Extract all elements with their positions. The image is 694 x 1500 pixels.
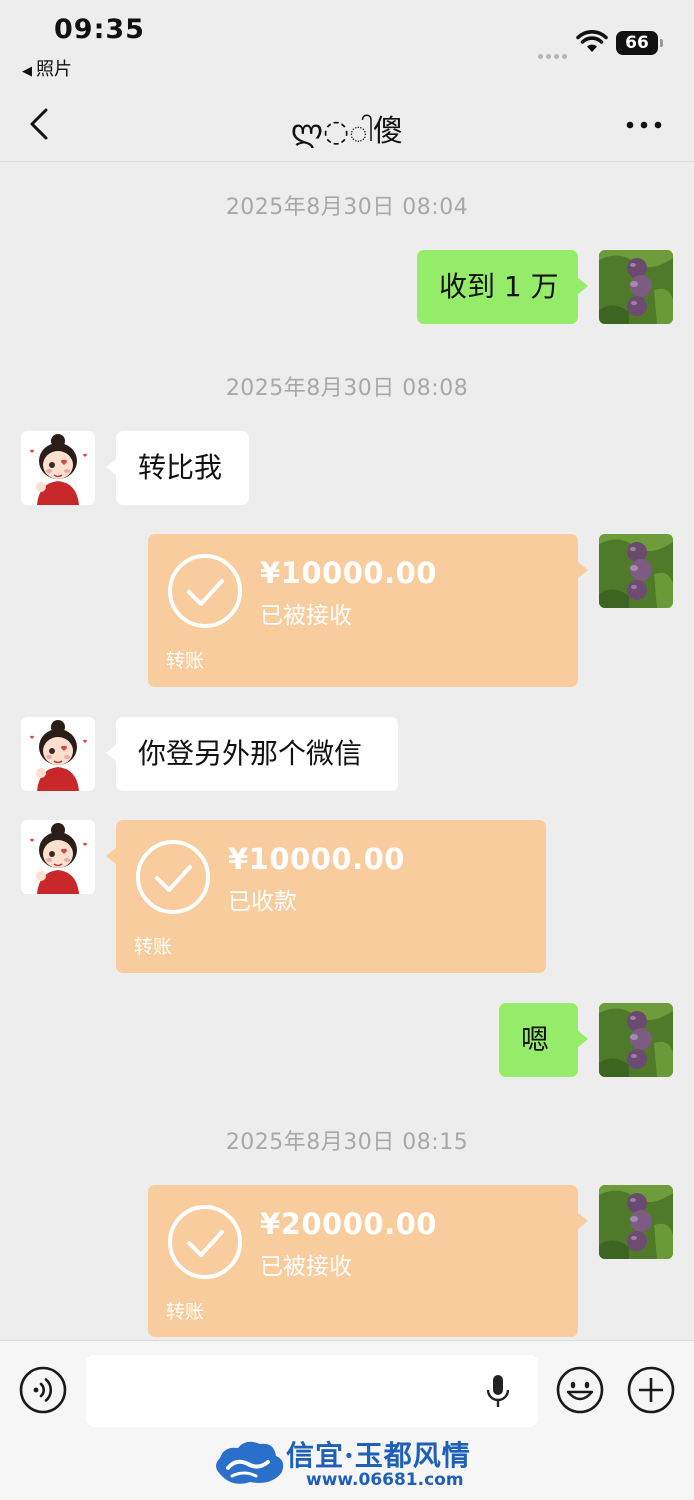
my-avatar[interactable] (599, 1185, 673, 1259)
contact-avatar[interactable] (21, 717, 95, 791)
microphone-icon[interactable] (484, 1373, 512, 1411)
transfer-amount: ¥10000.00 (260, 556, 437, 590)
contact-avatar[interactable] (21, 431, 95, 505)
transfer-amount: ¥10000.00 (228, 842, 405, 876)
girl-cartoon-avatar-icon (21, 431, 95, 505)
cellular-signal-icon (538, 44, 570, 63)
message-bubble-received[interactable]: 你登另外那个微信 (106, 717, 398, 791)
plum-photo-avatar-icon (599, 534, 673, 608)
site-watermark: 信宜·玉都风情 www.06681.com (210, 1432, 490, 1496)
transfer-card[interactable]: ¥20000.00 已被接收 转账 (148, 1185, 588, 1337)
message-bubble-sent[interactable]: 收到 1 万 (417, 250, 588, 324)
transfer-label: 转账 (134, 936, 173, 958)
check-circle-icon (136, 840, 210, 914)
wifi-icon (576, 30, 608, 52)
more-options-icon[interactable] (622, 110, 666, 140)
message-bubble-received[interactable]: 转比我 (106, 431, 249, 505)
girl-cartoon-avatar-icon (21, 717, 95, 791)
status-time: 09:35 (54, 14, 145, 45)
emoji-icon[interactable] (556, 1366, 604, 1414)
timestamp: 2025年8月30日 08:15 (225, 1130, 469, 1155)
timestamp: 2025年8月30日 08:08 (225, 376, 469, 401)
girl-cartoon-avatar-icon (21, 820, 95, 894)
watermark-url: www.06681.com (306, 1470, 464, 1490)
chat-header: ლ◌ါ傻 (0, 90, 694, 162)
add-more-icon[interactable] (627, 1366, 675, 1414)
chat-title: ლ◌ါ傻 (291, 114, 403, 149)
my-avatar[interactable] (599, 250, 673, 324)
my-avatar[interactable] (599, 534, 673, 608)
battery-indicator: 66 (616, 31, 663, 55)
transfer-status: 已被接收 (260, 603, 352, 629)
contact-avatar[interactable] (21, 820, 95, 894)
voice-mode-icon[interactable] (19, 1366, 67, 1414)
back-app-label: 照片 (36, 59, 72, 80)
check-circle-icon (168, 554, 242, 628)
message-input[interactable] (86, 1355, 538, 1427)
message-bubble-sent[interactable]: 嗯 (499, 1003, 588, 1077)
timestamp: 2025年8月30日 08:04 (225, 195, 469, 220)
back-to-app-link[interactable]: ◀ 照片 (22, 55, 72, 81)
check-circle-icon (168, 1205, 242, 1279)
transfer-label: 转账 (166, 1301, 205, 1323)
transfer-card[interactable]: ¥10000.00 已被接收 转账 (148, 534, 588, 687)
cloud-logo-icon (216, 1441, 284, 1484)
my-avatar[interactable] (599, 1003, 673, 1077)
status-bar: 09:35 ◀ 照片 66 (0, 0, 694, 90)
transfer-label: 转账 (166, 650, 205, 672)
transfer-card[interactable]: ¥10000.00 已收款 转账 (106, 820, 546, 973)
plum-photo-avatar-icon (599, 250, 673, 324)
transfer-status: 已收款 (228, 889, 297, 915)
plum-photo-avatar-icon (599, 1185, 673, 1259)
transfer-amount: ¥20000.00 (260, 1207, 437, 1241)
back-triangle-icon: ◀ (22, 64, 32, 79)
transfer-status: 已被接收 (260, 1254, 352, 1280)
watermark-title: 信宜·玉都风情 (286, 1439, 471, 1472)
plum-photo-avatar-icon (599, 1003, 673, 1077)
